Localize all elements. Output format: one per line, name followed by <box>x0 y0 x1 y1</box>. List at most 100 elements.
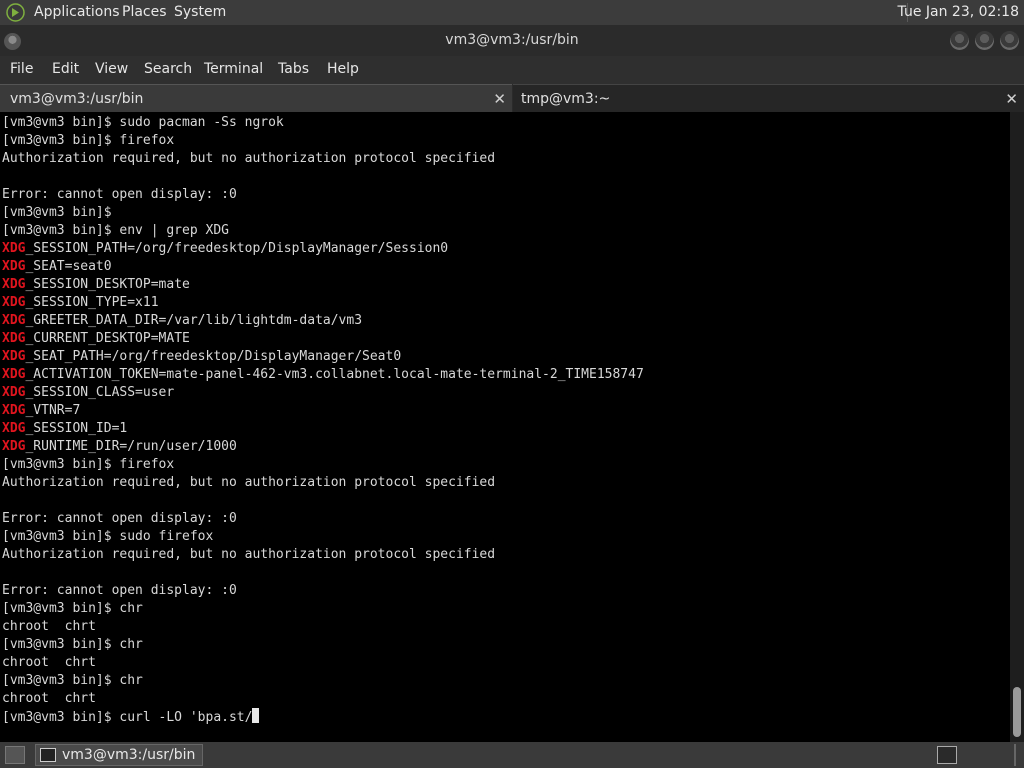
terminal-line: XDG_SESSION_TYPE=x11 <box>2 294 159 312</box>
terminal-line: chroot chrt <box>2 618 96 636</box>
terminal-line-text: [vm3@vm3 bin]$ <box>2 205 112 220</box>
tab-bar: vm3@vm3:/usr/bin ✕ tmp@vm3:~ ✕ <box>0 84 1024 112</box>
terminal-line-text: Authorization required, but no authoriza… <box>2 151 496 166</box>
terminal-line-text: Error: cannot open display: :0 <box>2 187 237 202</box>
terminal-line: [vm3@vm3 bin]$ <box>2 204 112 222</box>
terminal-line: XDG_SESSION_DESKTOP=mate <box>2 276 190 294</box>
terminal-line-text: [vm3@vm3 bin]$ env | grep XDG <box>2 223 229 238</box>
terminal-line: [vm3@vm3 bin]$ curl -LO 'bpa.st/ <box>2 708 260 726</box>
terminal-line-text: _SESSION_ID=1 <box>25 421 128 436</box>
terminal-line: XDG_GREETER_DATA_DIR=/var/lib/lightdm-da… <box>2 312 362 330</box>
terminal-line: XDG_SESSION_PATH=/org/freedesktop/Displa… <box>2 240 448 258</box>
window-title: vm3@vm3:/usr/bin <box>445 32 579 48</box>
grep-match-highlight: XDG <box>2 349 26 364</box>
terminal-line: chroot chrt <box>2 690 96 708</box>
taskbar-window-label: vm3@vm3:/usr/bin <box>62 747 196 763</box>
menu-places[interactable]: Places <box>122 4 167 20</box>
grep-match-highlight: XDG <box>2 403 26 418</box>
mate-logo-icon[interactable] <box>6 3 25 22</box>
terminal-line: Error: cannot open display: :0 <box>2 510 237 528</box>
terminal-icon <box>40 748 56 762</box>
terminal-line-text: _ACTIVATION_TOKEN=mate-panel-462-vm3.col… <box>25 367 644 382</box>
tab-vm3-usr-bin[interactable]: vm3@vm3:/usr/bin ✕ <box>0 84 512 112</box>
terminal-line-text: chroot chrt <box>2 691 96 706</box>
tab-label: tmp@vm3:~ <box>521 91 611 107</box>
taskbar-window-button[interactable]: vm3@vm3:/usr/bin <box>35 744 203 766</box>
terminal-line-text: _VTNR=7 <box>25 403 81 418</box>
grep-match-highlight: XDG <box>2 313 26 328</box>
menu-edit[interactable]: Edit <box>52 61 79 77</box>
terminal-line-text: _CURRENT_DESKTOP=MATE <box>25 331 190 346</box>
terminal-line-text: _SESSION_DESKTOP=mate <box>25 277 190 292</box>
show-desktop-icon[interactable] <box>5 746 25 764</box>
top-panel: Applications Places System Tue Jan 23, 0… <box>0 0 1024 25</box>
terminal-line: Authorization required, but no authoriza… <box>2 546 495 564</box>
terminal-line: XDG_VTNR=7 <box>2 402 80 420</box>
terminal-line: Error: cannot open display: :0 <box>2 582 237 600</box>
terminal-line: [vm3@vm3 bin]$ chr <box>2 600 143 618</box>
menu-help[interactable]: Help <box>327 61 359 77</box>
terminal-line: chroot chrt <box>2 654 96 672</box>
terminal-line-text: _SESSION_PATH=/org/freedesktop/DisplayMa… <box>25 241 449 256</box>
terminal-line: [vm3@vm3 bin]$ env | grep XDG <box>2 222 229 240</box>
terminal-line-text: chroot chrt <box>2 619 96 634</box>
text-cursor <box>252 708 260 723</box>
panel-separator <box>1014 744 1016 766</box>
terminal-line-text: _SESSION_CLASS=user <box>25 385 175 400</box>
window-titlebar[interactable]: vm3@vm3:/usr/bin <box>0 25 1024 56</box>
terminal-line-text: Authorization required, but no authoriza… <box>2 547 496 562</box>
minimize-button[interactable] <box>950 31 969 50</box>
grep-match-highlight: XDG <box>2 421 26 436</box>
terminal-line-text: Authorization required, but no authoriza… <box>2 475 496 490</box>
menu-view[interactable]: View <box>95 61 128 77</box>
terminal-line: Authorization required, but no authoriza… <box>2 150 495 168</box>
terminal-line-text: _RUNTIME_DIR=/run/user/1000 <box>25 439 237 454</box>
terminal-line-text: [vm3@vm3 bin]$ sudo firefox <box>2 529 214 544</box>
grep-match-highlight: XDG <box>2 385 26 400</box>
grep-match-highlight: XDG <box>2 241 26 256</box>
terminal-line-text: chroot chrt <box>2 655 96 670</box>
tab-label: vm3@vm3:/usr/bin <box>10 91 144 107</box>
terminal-line-text: _SESSION_TYPE=x11 <box>25 295 159 310</box>
terminal-line: XDG_RUNTIME_DIR=/run/user/1000 <box>2 438 237 456</box>
menu-system[interactable]: System <box>174 4 226 20</box>
terminal-line: [vm3@vm3 bin]$ sudo firefox <box>2 528 213 546</box>
terminal-line-text: [vm3@vm3 bin]$ chr <box>2 637 143 652</box>
grep-match-highlight: XDG <box>2 259 26 274</box>
terminal-line-text: [vm3@vm3 bin]$ firefox <box>2 133 175 148</box>
terminal-line-text: [vm3@vm3 bin]$ chr <box>2 601 143 616</box>
workspace-switcher-icon[interactable] <box>937 746 957 764</box>
terminal-line: XDG_SESSION_CLASS=user <box>2 384 174 402</box>
terminal-line-text: _SEAT=seat0 <box>25 259 112 274</box>
maximize-button[interactable] <box>975 31 994 50</box>
terminal-line: Error: cannot open display: :0 <box>2 186 237 204</box>
grep-match-highlight: XDG <box>2 367 26 382</box>
menubar: File Edit View Search Terminal Tabs Help <box>0 56 1024 84</box>
terminal-line: Authorization required, but no authoriza… <box>2 474 495 492</box>
terminal-scrollbar[interactable] <box>1010 112 1024 742</box>
menu-search[interactable]: Search <box>144 61 192 77</box>
terminal-line: XDG_CURRENT_DESKTOP=MATE <box>2 330 190 348</box>
menu-terminal[interactable]: Terminal <box>204 61 263 77</box>
window-menu-icon[interactable] <box>4 33 21 50</box>
terminal-line: [vm3@vm3 bin]$ sudo pacman -Ss ngrok <box>2 114 284 132</box>
terminal-line: XDG_SESSION_ID=1 <box>2 420 127 438</box>
menu-file[interactable]: File <box>10 61 33 77</box>
menu-applications[interactable]: Applications <box>34 4 120 20</box>
terminal-line: XDG_ACTIVATION_TOKEN=mate-panel-462-vm3.… <box>2 366 644 384</box>
close-button[interactable] <box>1000 31 1019 50</box>
terminal-line-text: _GREETER_DATA_DIR=/var/lib/lightdm-data/… <box>25 313 363 328</box>
terminal-output[interactable]: [vm3@vm3 bin]$ sudo pacman -Ss ngrok [vm3… <box>0 112 1010 742</box>
menu-tabs[interactable]: Tabs <box>278 61 309 77</box>
grep-match-highlight: XDG <box>2 295 26 310</box>
terminal-line-text: Error: cannot open display: :0 <box>2 583 237 598</box>
close-tab-icon[interactable]: ✕ <box>493 85 506 113</box>
terminal-line: [vm3@vm3 bin]$ firefox <box>2 456 174 474</box>
close-tab-icon[interactable]: ✕ <box>1005 85 1018 113</box>
scrollbar-thumb[interactable] <box>1013 687 1021 737</box>
tab-tmp-home[interactable]: tmp@vm3:~ ✕ <box>513 84 1024 112</box>
terminal-line: [vm3@vm3 bin]$ chr <box>2 672 143 690</box>
grep-match-highlight: XDG <box>2 277 26 292</box>
clock[interactable]: Tue Jan 23, 02:18 <box>898 4 1019 20</box>
bottom-panel: vm3@vm3:/usr/bin <box>0 742 1024 768</box>
